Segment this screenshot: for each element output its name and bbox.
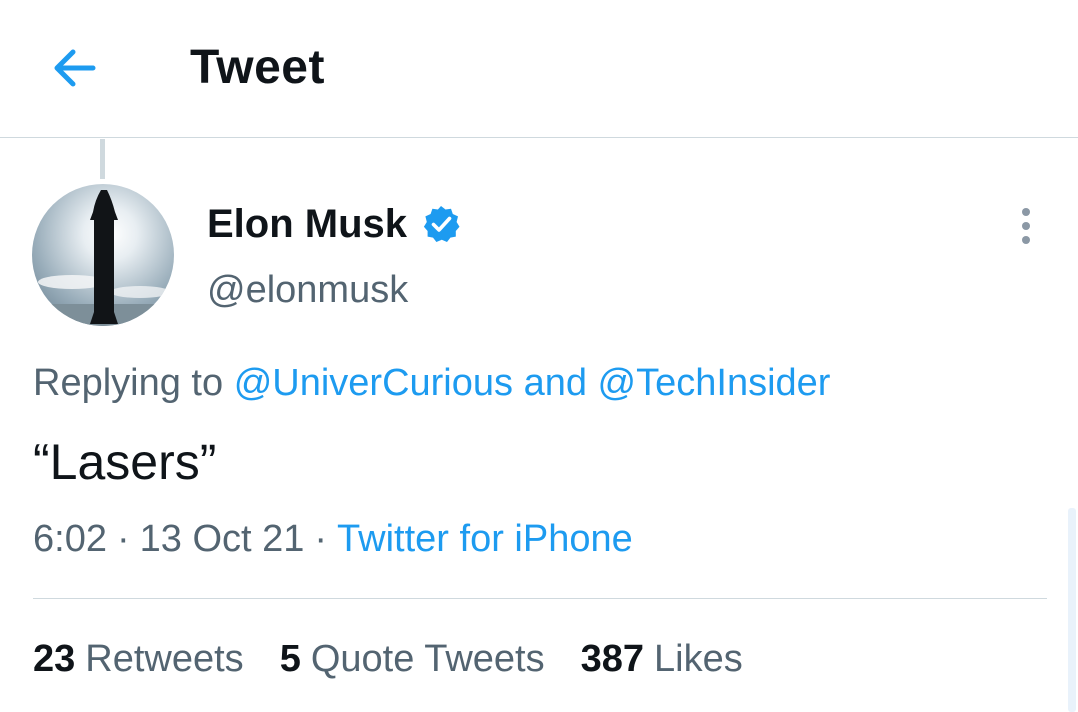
arrow-left-icon [54, 49, 96, 87]
tweet-detail-page: Tweet Elon Musk @elonmusk Replying to @U… [0, 0, 1078, 712]
tweet-metadata: 6:02 · 13 Oct 21 · Twitter for iPhone [33, 514, 633, 564]
tweet-date[interactable]: 13 Oct 21 [140, 518, 305, 560]
tweet-stats: 23 Retweets 5 Quote Tweets 387 Likes [33, 634, 779, 684]
author-name[interactable]: Elon Musk [207, 200, 461, 248]
back-button[interactable] [44, 38, 104, 98]
meta-separator: · [314, 518, 328, 560]
scrollbar[interactable] [1068, 508, 1076, 712]
tweet-time[interactable]: 6:02 [33, 518, 107, 560]
divider [33, 598, 1047, 599]
more-vertical-icon [1022, 208, 1030, 216]
likes-stat[interactable]: 387 Likes [581, 634, 743, 684]
avatar[interactable] [32, 184, 174, 326]
replying-to-line: Replying to @UniverCurious and @TechInsi… [33, 358, 830, 408]
author-name-text: Elon Musk [207, 202, 408, 246]
likes-count: 387 [580, 638, 645, 680]
more-vertical-icon-dot [1022, 222, 1030, 230]
tweet-text: “Lasers” [33, 434, 217, 490]
quote-tweets-label: Quote Tweets [310, 638, 545, 680]
replying-conjunction: and [523, 362, 587, 404]
likes-label: Likes [654, 638, 743, 680]
quote-tweets-stat[interactable]: 5 Quote Tweets [280, 634, 545, 684]
mention-link-techinsider[interactable]: @TechInsider [598, 362, 831, 404]
retweets-label: Retweets [85, 638, 244, 680]
more-options-button[interactable] [1006, 200, 1046, 252]
more-vertical-icon-dot [1022, 236, 1030, 244]
retweets-stat[interactable]: 23 Retweets [33, 634, 244, 684]
avatar-image [32, 184, 174, 326]
mention-link-univercurious[interactable]: @UniverCurious [234, 362, 513, 404]
verified-badge-icon [421, 204, 461, 244]
header-bar: Tweet [0, 0, 1078, 138]
retweets-count: 23 [33, 638, 76, 680]
thread-connector-line [100, 139, 105, 179]
page-title: Tweet [190, 41, 325, 94]
meta-separator: · [116, 518, 130, 560]
replying-prefix: Replying to [33, 362, 224, 404]
tweet-source-link[interactable]: Twitter for iPhone [337, 518, 633, 560]
author-handle[interactable]: @elonmusk [207, 266, 408, 314]
quote-tweets-count: 5 [279, 638, 301, 680]
